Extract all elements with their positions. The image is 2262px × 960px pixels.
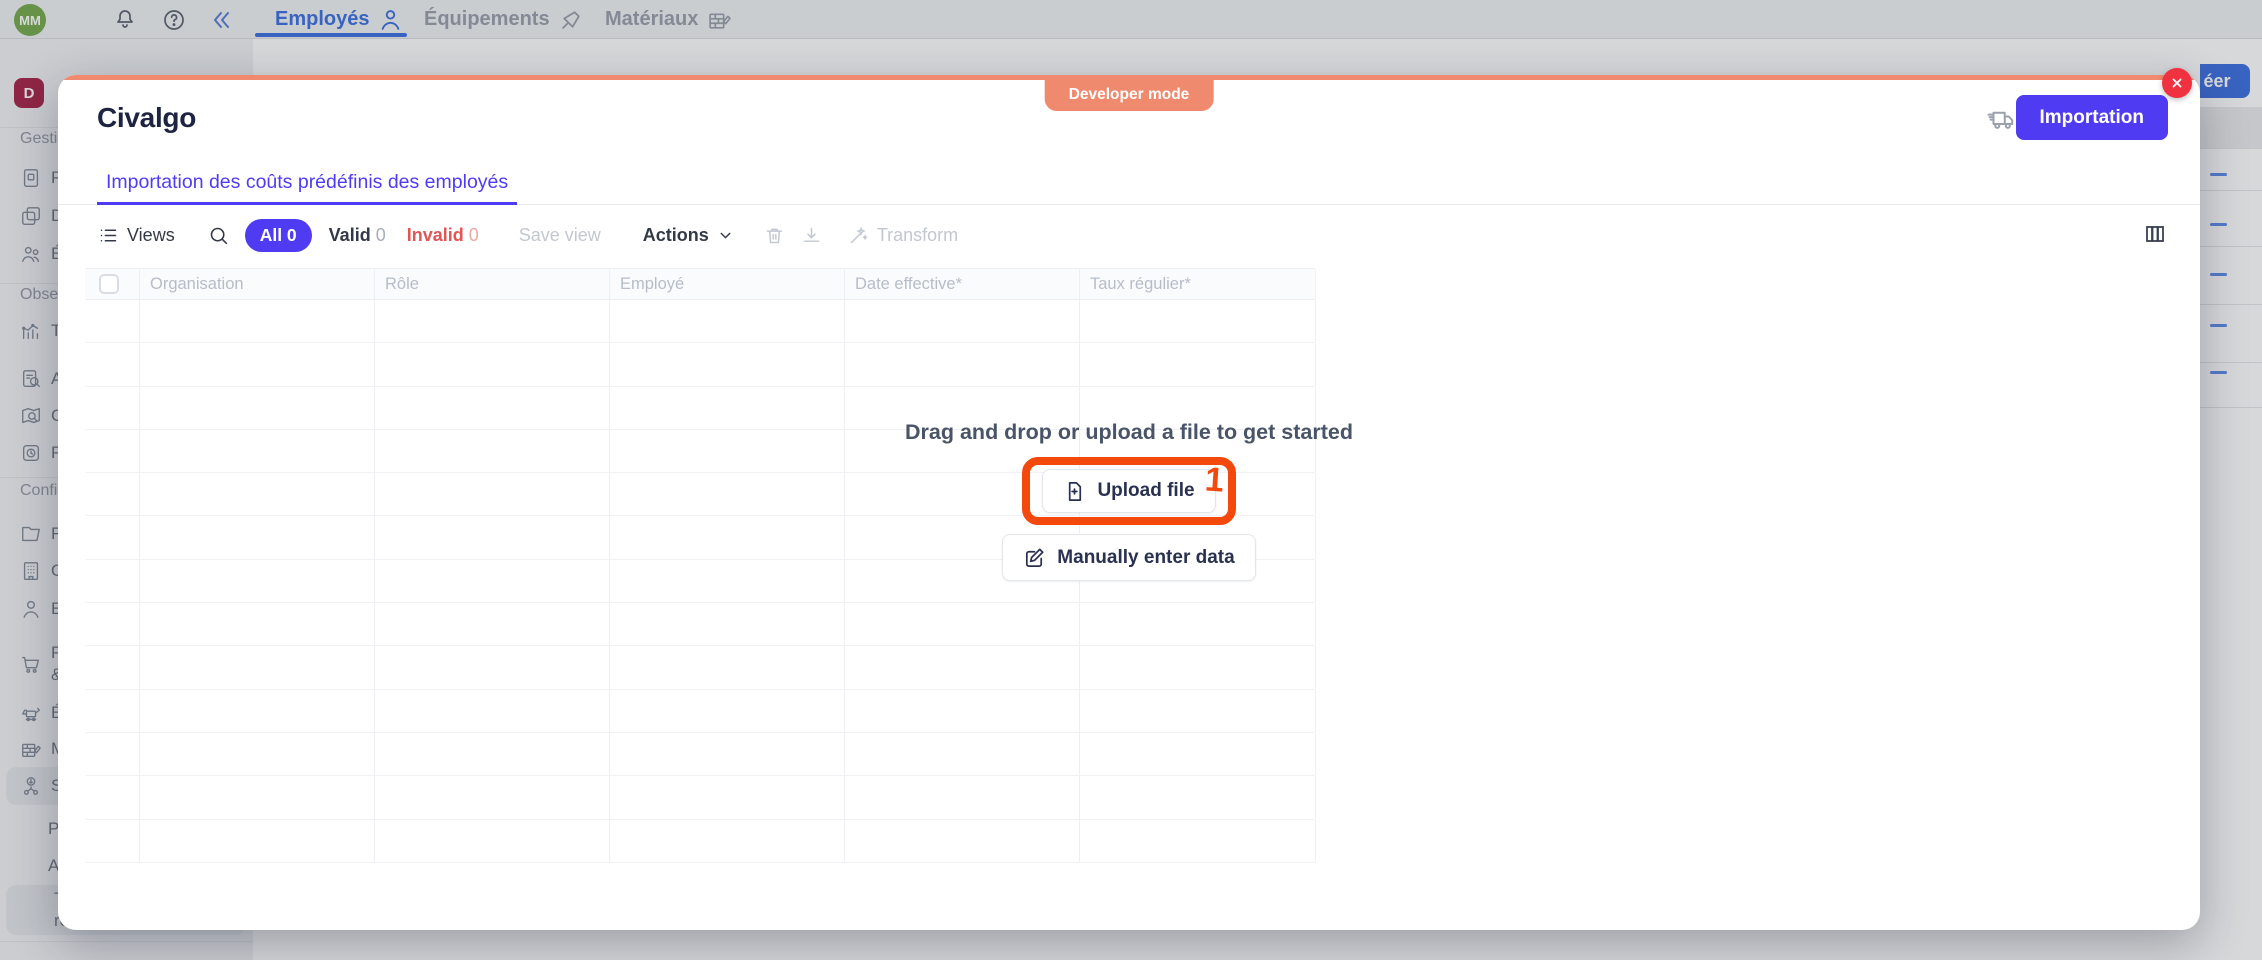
table-row — [85, 733, 1315, 776]
views-button[interactable]: Views — [98, 225, 175, 246]
delivery-truck-icon[interactable] — [1986, 104, 2016, 134]
tab-import-costs[interactable]: Importation des coûts prédéfinis des emp… — [97, 163, 517, 205]
empty-state-title: Drag and drop or upload a file to get st… — [905, 420, 1353, 445]
download-icon[interactable] — [801, 225, 822, 246]
close-icon[interactable] — [2162, 68, 2192, 98]
developer-mode-badge: Developer mode — [1045, 80, 1214, 111]
file-plus-icon — [1063, 480, 1086, 503]
empty-state: Drag and drop or upload a file to get st… — [58, 420, 2200, 581]
column-header[interactable]: Employé — [609, 269, 844, 299]
select-all-checkbox[interactable] — [99, 274, 119, 294]
chevron-down-icon — [717, 227, 734, 244]
annotation-highlight-frame: Upload file 1 — [1022, 457, 1235, 525]
save-view-button[interactable]: Save view — [519, 225, 601, 246]
filter-valid[interactable]: Valid0 — [329, 225, 386, 246]
modal-toolbar: Views All 0 Valid0 Invalid0 Save view Ac… — [98, 215, 958, 255]
delete-icon[interactable] — [764, 225, 785, 246]
table-header-row: Organisation Rôle Employé Date effective… — [85, 268, 1315, 300]
upload-file-button[interactable]: Upload file — [1042, 469, 1215, 513]
table-row — [85, 690, 1315, 733]
import-modal: Developer mode Civalgo Importation Impor… — [58, 75, 2200, 930]
table-row — [85, 603, 1315, 646]
table-row — [85, 343, 1315, 386]
search-icon[interactable] — [208, 225, 229, 246]
magic-wand-icon — [848, 225, 869, 246]
table-row — [85, 820, 1315, 863]
filter-all-pill[interactable]: All 0 — [245, 219, 312, 252]
valid-count: 0 — [376, 225, 386, 245]
manually-enter-data-button[interactable]: Manually enter data — [1002, 534, 1255, 581]
column-header[interactable]: Taux régulier* — [1079, 269, 1316, 299]
actions-dropdown[interactable]: Actions — [643, 225, 734, 246]
columns-settings-icon[interactable] — [2142, 222, 2168, 248]
table-row — [85, 776, 1315, 819]
column-header[interactable]: Organisation — [139, 269, 374, 299]
table-row — [85, 646, 1315, 689]
invalid-count: 0 — [469, 225, 479, 245]
column-header[interactable]: Date effective* — [844, 269, 1079, 299]
modal-title: Civalgo — [97, 102, 196, 134]
list-icon — [98, 225, 119, 246]
table-row — [85, 300, 1315, 343]
annotation-step-number: 1 — [1203, 462, 1224, 497]
screen: MM Employés Équipements Matériaux D Gest… — [0, 0, 2262, 960]
transform-button[interactable]: Transform — [848, 225, 958, 246]
edit-pencil-icon — [1023, 546, 1046, 569]
column-header[interactable]: Rôle — [374, 269, 609, 299]
importation-button[interactable]: Importation — [2016, 95, 2169, 140]
modal-tabs: Importation des coûts prédéfinis des emp… — [58, 163, 2200, 205]
filter-invalid[interactable]: Invalid0 — [407, 225, 479, 246]
